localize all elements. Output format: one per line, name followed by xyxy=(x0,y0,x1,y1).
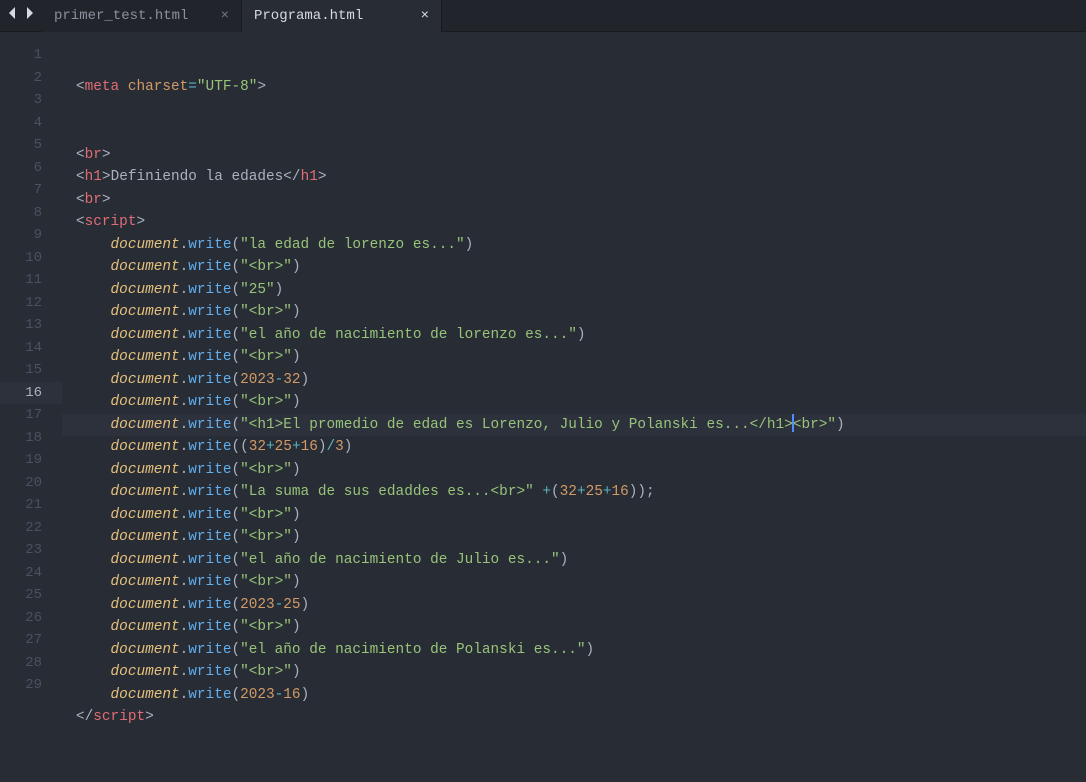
code-line[interactable]: document.write("<br>") xyxy=(62,616,1086,639)
code-area[interactable]: <meta charset="UTF-8"> <br><h1>Definiendo… xyxy=(62,32,1086,782)
code-line[interactable]: document.write("<br>") xyxy=(62,661,1086,684)
line-number: 23 xyxy=(0,539,62,562)
tab-label: primer_test.html xyxy=(54,8,188,24)
code-line[interactable]: <br> xyxy=(62,189,1086,212)
code-line[interactable]: document.write("La suma de sus edaddes e… xyxy=(62,481,1086,504)
line-number: 16 xyxy=(0,382,62,405)
text-cursor xyxy=(792,414,794,432)
line-number: 15 xyxy=(0,359,62,382)
code-line[interactable]: <h1>Definiendo la edades</h1> xyxy=(62,166,1086,189)
line-number: 7 xyxy=(0,179,62,202)
code-editor[interactable]: 1234567891011121314151617181920212223242… xyxy=(0,32,1086,782)
code-line[interactable]: document.write("<br>") xyxy=(62,571,1086,594)
line-number: 14 xyxy=(0,337,62,360)
code-line[interactable]: document.write("el año de nacimiento de … xyxy=(62,549,1086,572)
line-number: 28 xyxy=(0,652,62,675)
nav-back-icon[interactable] xyxy=(8,7,18,24)
line-number: 6 xyxy=(0,157,62,180)
code-line[interactable] xyxy=(62,121,1086,144)
code-line[interactable]: <script> xyxy=(62,211,1086,234)
code-line[interactable]: <br> xyxy=(62,144,1086,167)
line-number: 11 xyxy=(0,269,62,292)
code-line[interactable]: <meta charset="UTF-8"> xyxy=(62,76,1086,99)
line-number: 5 xyxy=(0,134,62,157)
line-number: 19 xyxy=(0,449,62,472)
line-number: 12 xyxy=(0,292,62,315)
code-line[interactable]: document.write("<br>") xyxy=(62,301,1086,324)
code-line[interactable]: document.write("<br>") xyxy=(62,346,1086,369)
code-line[interactable]: document.write(2023-25) xyxy=(62,594,1086,617)
tab-nav-arrows xyxy=(0,7,42,24)
code-line[interactable]: document.write("el año de nacimiento de … xyxy=(62,639,1086,662)
line-number-gutter: 1234567891011121314151617181920212223242… xyxy=(0,32,62,782)
code-line[interactable]: document.write(2023-32) xyxy=(62,369,1086,392)
tab-primer_test-html[interactable]: primer_test.html × xyxy=(42,0,242,32)
line-number: 1 xyxy=(0,44,62,67)
code-line[interactable]: document.write("<br>") xyxy=(62,504,1086,527)
tab-bar: primer_test.html × Programa.html × xyxy=(0,0,1086,32)
line-number: 9 xyxy=(0,224,62,247)
line-number: 21 xyxy=(0,494,62,517)
line-number: 13 xyxy=(0,314,62,337)
code-line[interactable]: document.write("<br>") xyxy=(62,256,1086,279)
line-number: 25 xyxy=(0,584,62,607)
close-icon[interactable]: × xyxy=(221,9,229,23)
line-number: 10 xyxy=(0,247,62,270)
line-number: 18 xyxy=(0,427,62,450)
line-number: 2 xyxy=(0,67,62,90)
code-line[interactable]: document.write((32+25+16)/3) xyxy=(62,436,1086,459)
code-line[interactable]: document.write("el año de nacimiento de … xyxy=(62,324,1086,347)
nav-forward-icon[interactable] xyxy=(24,7,34,24)
line-number: 27 xyxy=(0,629,62,652)
code-line[interactable]: document.write("<br>") xyxy=(62,526,1086,549)
line-number: 24 xyxy=(0,562,62,585)
code-line[interactable]: document.write("<br>") xyxy=(62,391,1086,414)
close-icon[interactable]: × xyxy=(421,9,429,23)
line-number: 8 xyxy=(0,202,62,225)
code-line[interactable]: </script> xyxy=(62,706,1086,729)
line-number: 22 xyxy=(0,517,62,540)
code-line[interactable]: document.write("la edad de lorenzo es...… xyxy=(62,234,1086,257)
line-number: 29 xyxy=(0,674,62,697)
tab-label: Programa.html xyxy=(254,8,363,24)
line-number: 3 xyxy=(0,89,62,112)
line-number: 4 xyxy=(0,112,62,135)
code-line[interactable] xyxy=(62,99,1086,122)
tab-programa-html[interactable]: Programa.html × xyxy=(242,0,442,32)
line-number: 17 xyxy=(0,404,62,427)
line-number: 20 xyxy=(0,472,62,495)
code-line[interactable]: document.write("<h1>El promedio de edad … xyxy=(62,414,1086,437)
code-line[interactable]: document.write("25") xyxy=(62,279,1086,302)
code-line[interactable]: document.write(2023-16) xyxy=(62,684,1086,707)
line-number: 26 xyxy=(0,607,62,630)
code-line[interactable]: document.write("<br>") xyxy=(62,459,1086,482)
